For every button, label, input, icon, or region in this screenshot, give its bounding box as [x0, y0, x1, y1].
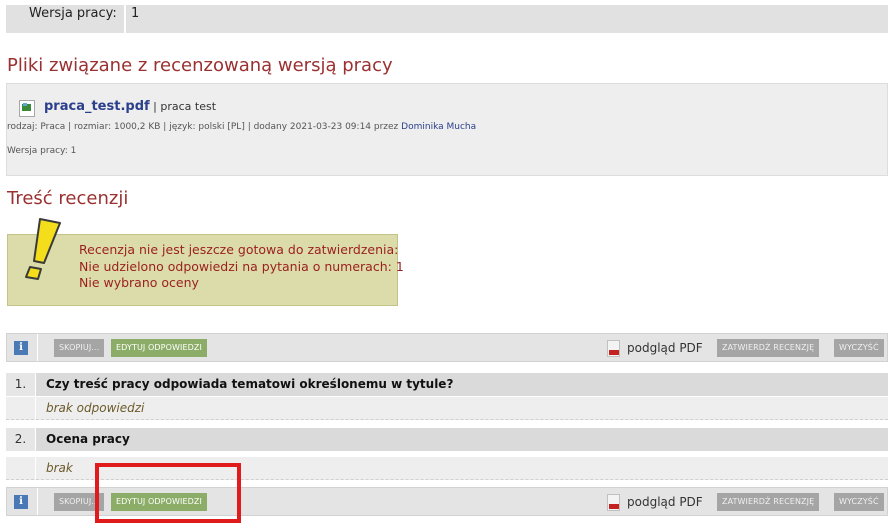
question-text: Ocena pracy: [46, 432, 130, 446]
file-image-icon: [19, 100, 35, 117]
question-number: 2.: [6, 428, 36, 451]
file-description: praca test: [160, 100, 217, 113]
edit-answers-button[interactable]: EDYTUJ ODPOWIEDZI: [111, 339, 207, 357]
file-separator: |: [149, 100, 161, 113]
warning-line: Nie wybrano oceny: [79, 275, 199, 290]
copy-button[interactable]: SKOPIUJ...: [54, 339, 105, 357]
answer-row: brak odpowiedzi: [6, 397, 888, 420]
file-line: praca_test.pdf | praca test: [44, 99, 216, 114]
version-divider: [124, 5, 126, 33]
version-label: Wersja pracy:: [29, 6, 117, 21]
approve-review-button[interactable]: ZATWIERDŹ RECENZJĘ: [717, 339, 820, 357]
exclamation-warning-icon: [25, 218, 61, 280]
question-text: Czy treść pracy odpowiada tematowi okreś…: [46, 377, 454, 391]
warning-line: Nie udzielono odpowiedzi na pytania o nu…: [79, 258, 404, 274]
pdf-icon[interactable]: [607, 494, 620, 511]
answer-text: brak odpowiedzi: [46, 401, 145, 415]
file-author-link[interactable]: Dominika Mucha: [401, 122, 476, 132]
info-icon[interactable]: i: [14, 341, 28, 355]
pdf-icon[interactable]: [607, 340, 620, 357]
toolbar-info-cell: i: [7, 334, 38, 361]
pdf-preview-link[interactable]: podgląd PDF: [627, 495, 703, 509]
question-row: 1. Czy treść pracy odpowiada tematowi ok…: [6, 373, 888, 396]
files-section-title: Pliki związane z recenzowaną wersją prac…: [7, 55, 393, 76]
file-link[interactable]: praca_test.pdf: [44, 99, 150, 114]
warning-text: Recenzja nie jest jeszcze gotowa do zatw…: [79, 242, 404, 292]
warning-line: Recenzja nie jest jeszcze gotowa do zatw…: [79, 242, 399, 257]
answer-text: brak: [46, 461, 73, 475]
clear-button[interactable]: WYCZYŚĆ: [834, 493, 884, 511]
info-icon[interactable]: i: [14, 495, 28, 509]
answer-number-cell: [6, 457, 36, 479]
review-section-title: Treść recenzji: [7, 188, 129, 209]
review-toolbar-top: i SKOPIUJ... EDYTUJ ODPOWIEDZI podgląd P…: [6, 333, 888, 362]
toolbar-info-cell: i: [7, 488, 38, 515]
clear-button[interactable]: WYCZYŚĆ: [834, 339, 884, 357]
file-meta: rodzaj: Praca | rozmiar: 1000,2 KB | jęz…: [7, 122, 476, 132]
highlight-annotation: [95, 463, 241, 523]
version-value: 1: [131, 6, 140, 21]
file-meta-text: rodzaj: Praca | rozmiar: 1000,2 KB | jęz…: [7, 122, 402, 132]
answer-number-cell: [6, 397, 36, 419]
pdf-preview-link[interactable]: podgląd PDF: [627, 341, 703, 355]
question-number: 1.: [6, 373, 36, 396]
question-row: 2. Ocena pracy: [6, 428, 888, 451]
file-version: Wersja pracy: 1: [7, 146, 77, 156]
approve-review-button[interactable]: ZATWIERDŹ RECENZJĘ: [717, 493, 820, 511]
